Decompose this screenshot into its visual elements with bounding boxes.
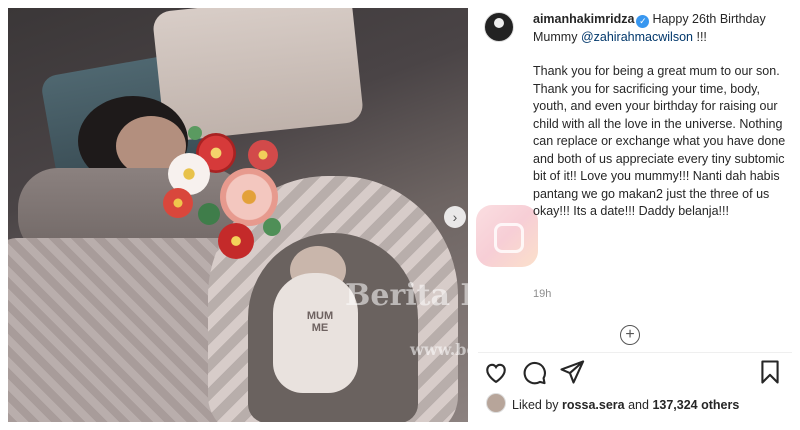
likes-summary: Liked by rossa.sera and 137,324 others — [486, 393, 739, 415]
liked-by-and: and — [628, 398, 649, 412]
post-caption: aimanhakimridza ✓ Happy 26th Birthday Mumm… — [533, 11, 788, 221]
watermark-url: www.beritakopak.com — [410, 340, 607, 359]
plus-circle-icon[interactable]: + — [620, 325, 640, 345]
liked-by-prefix: Liked by — [512, 398, 559, 412]
username-link[interactable]: aimanhakimridza — [533, 12, 634, 26]
post-timestamp[interactable]: 19h — [533, 288, 551, 300]
watermark-logo-camera-icon — [494, 223, 524, 253]
white-pillow — [151, 8, 365, 143]
next-photo-button[interactable]: › — [444, 206, 466, 228]
caption-end: !!! — [696, 29, 707, 44]
liker-username[interactable]: rossa.sera — [562, 398, 625, 412]
save-button[interactable] — [756, 358, 784, 386]
comment-icon — [523, 361, 546, 385]
post-photo[interactable]: MUM ME › — [8, 8, 468, 422]
comment-button[interactable] — [520, 358, 548, 386]
share-button[interactable] — [558, 358, 586, 386]
bookmark-icon — [761, 360, 779, 384]
likes-count[interactable]: 137,324 others — [652, 398, 739, 412]
caption-paragraph: Thank you for being a great mum to our s… — [533, 64, 786, 218]
verified-badge-icon: ✓ — [636, 15, 650, 28]
onesie-text: MUM ME — [306, 310, 334, 334]
instagram-post: MUM ME › Berita Kopak www.beritakopak.co… — [0, 0, 800, 430]
divider — [478, 352, 792, 353]
chevron-right-icon: › — [452, 209, 458, 225]
like-button[interactable] — [482, 358, 510, 386]
paper-plane-icon — [560, 360, 585, 384]
liker-avatar[interactable] — [486, 393, 506, 413]
heart-icon — [486, 363, 506, 384]
avatar-figure — [494, 18, 504, 28]
mention-link[interactable]: @zahirahmacwilson — [581, 30, 693, 44]
